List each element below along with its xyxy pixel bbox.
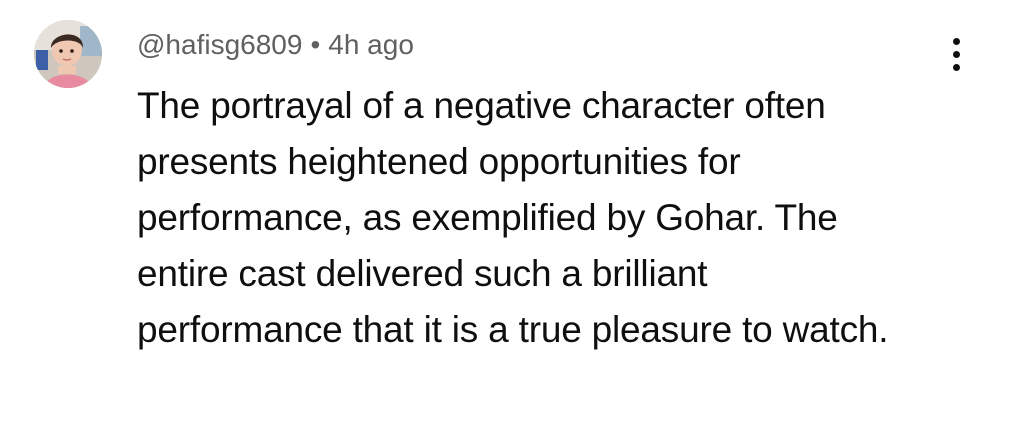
avatar[interactable] (34, 20, 102, 88)
meta-separator: • (310, 29, 321, 60)
comment-text: The portrayal of a negative character of… (137, 85, 889, 350)
comment-timestamp[interactable]: 4h ago (328, 29, 414, 60)
comment-item: @hafisg6809 • 4h ago The portrayal of a ne… (0, 0, 1024, 438)
comment-meta: @hafisg6809 • 4h ago (137, 27, 414, 63)
avatar-photo (34, 20, 102, 88)
more-options-button[interactable] (938, 34, 974, 74)
author-handle[interactable]: @hafisg6809 (137, 29, 302, 60)
